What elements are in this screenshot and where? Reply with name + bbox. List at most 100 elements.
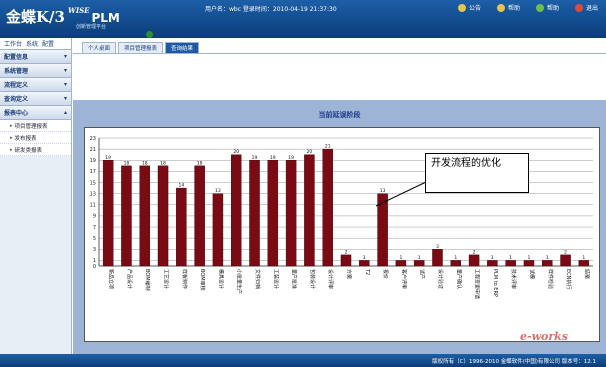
- bar: [578, 260, 590, 267]
- data-label: 20: [233, 149, 239, 155]
- data-label: 1: [509, 255, 512, 261]
- x-tick-label: 工艺设计: [163, 269, 170, 289]
- header-button-label: 帮助: [507, 5, 520, 12]
- sidebar-section-label: 报表中心: [4, 110, 29, 117]
- data-label: 14: [178, 183, 184, 189]
- bar: [560, 254, 571, 267]
- sidebar-item-project-report[interactable]: 项目管理报表: [0, 120, 71, 132]
- tab-project-report[interactable]: 项目管理报表: [118, 42, 164, 53]
- sidebar-section-flow-def[interactable]: 流程定义 ▾: [0, 78, 71, 92]
- bar: [304, 154, 315, 267]
- x-tick-label: ECN执行: [565, 269, 572, 289]
- x-tick-label: 样件检验: [547, 269, 554, 289]
- data-label: 3: [436, 244, 439, 250]
- bar: [487, 260, 498, 267]
- bar: [121, 165, 132, 267]
- callout-annotation: 开发流程的优化: [425, 153, 529, 193]
- chevron-down-icon: ▾: [63, 95, 67, 102]
- sidebar-section-report-center[interactable]: 报表中心 ▴: [0, 106, 71, 120]
- y-tick-label: 1: [93, 258, 96, 264]
- x-tick-label: T2: [364, 268, 370, 275]
- data-label: 13: [215, 188, 221, 194]
- data-label: 19: [252, 155, 258, 161]
- bar: [285, 160, 297, 267]
- y-tick-label: 21: [90, 147, 96, 153]
- tab-personal-desktop[interactable]: 个人桌面: [82, 42, 117, 53]
- callout-pointer: [375, 181, 427, 207]
- x-tick-label: 包装设计: [309, 269, 316, 289]
- data-label: 18: [124, 160, 130, 166]
- x-tick-label: 结案: [583, 269, 590, 279]
- x-tick-label: 客户评审: [400, 269, 407, 289]
- y-tick-label: 17: [90, 169, 96, 175]
- header-actions: 公告 帮助 帮助 退出: [457, 3, 598, 12]
- header-button-label: 帮助: [546, 5, 559, 12]
- breadcrumb-text[interactable]: 您所在的位置：项目管理->项目查询: [155, 30, 244, 38]
- exit-button[interactable]: 退出: [574, 3, 598, 12]
- bar: [157, 165, 169, 267]
- sidebar-section-system-mgmt[interactable]: 系统管理 ▾: [0, 64, 71, 78]
- x-tick-label: 技术评审: [510, 269, 517, 289]
- x-tick-label: 试产: [419, 269, 426, 279]
- y-tick-label: 15: [90, 180, 96, 186]
- footer: 版权所有（C）1996-2010 金蝶软件(中国)有限公司 版本号：12.1: [0, 354, 606, 367]
- sidebar-tab-workbench[interactable]: 工作台: [4, 39, 22, 48]
- x-tick-label: 设计评审: [327, 269, 334, 289]
- sidebar-section-config-info[interactable]: 配置信息 ▾: [0, 50, 71, 64]
- x-tick-label: PLM to ERP: [492, 269, 498, 297]
- data-label: 18: [142, 160, 148, 166]
- bell-button[interactable]: 公告: [457, 3, 481, 12]
- data-label: 2: [473, 249, 476, 255]
- x-tick-label: 量产批准: [291, 269, 298, 289]
- bar: [542, 260, 553, 267]
- bar: [194, 165, 205, 267]
- bar: [139, 165, 150, 267]
- location-icon: [146, 30, 153, 38]
- logo-wise: WISE: [67, 6, 90, 15]
- sidebar-section-label: 配置信息: [4, 54, 29, 61]
- bar: [102, 160, 114, 267]
- data-label: 1: [399, 255, 402, 261]
- logo-main: 金蝶K/3: [6, 8, 65, 26]
- logo-subtitle: 创新管理平台: [76, 24, 107, 30]
- exit-icon: [574, 3, 583, 12]
- bar: [230, 154, 242, 267]
- data-label: 18: [160, 160, 166, 166]
- sidebar-tab-config[interactable]: 配置: [42, 39, 54, 48]
- x-tick-label: 样板制作: [181, 269, 188, 289]
- top-banner: 金蝶K/3 WISEPLM 创新管理平台 用户名：wbc 登录时间：2010-04…: [0, 0, 606, 38]
- question-icon: [535, 3, 544, 12]
- help-button[interactable]: 帮助: [496, 3, 520, 12]
- sidebar-item-release-report[interactable]: 发布报表: [0, 132, 71, 144]
- bar: [322, 148, 333, 267]
- y-tick-label: 23: [90, 136, 96, 142]
- chevron-down-icon: ▾: [63, 53, 67, 60]
- x-tick-label: 新品立项: [108, 269, 115, 289]
- x-tick-label: 工装设计: [272, 269, 279, 289]
- bar: [432, 249, 443, 267]
- data-label: 1: [363, 255, 366, 261]
- y-tick-label: 7: [93, 225, 96, 231]
- bar: [212, 193, 224, 267]
- x-tick-label: 量产确认: [455, 269, 462, 289]
- data-label: 19: [270, 155, 276, 161]
- tab-query-result[interactable]: 查询结果: [165, 42, 200, 53]
- bar: [450, 260, 462, 267]
- data-label: 2: [564, 249, 567, 255]
- sidebar-section-query-def[interactable]: 查询定义 ▾: [0, 92, 71, 106]
- help-icon: [496, 3, 505, 12]
- sidebar-item-rd-report[interactable]: 研发类报表: [0, 144, 71, 156]
- bell-icon: [457, 3, 466, 12]
- chart-title: 当前延误阶段: [318, 111, 361, 119]
- x-tick-label: 产品设计: [126, 269, 133, 289]
- data-label: 1: [454, 255, 457, 261]
- sidebar-tab-system[interactable]: 系统: [26, 39, 38, 48]
- question-button[interactable]: 帮助: [535, 3, 559, 12]
- data-label: 21: [325, 144, 331, 150]
- bar: [267, 160, 279, 267]
- return-button[interactable]: ↵ 返回: [579, 27, 598, 36]
- y-tick-label: 9: [93, 214, 96, 220]
- x-tick-label: BOM审核: [199, 269, 206, 291]
- data-label: 19: [288, 155, 294, 161]
- page-tabs: 个人桌面 项目管理报表 查询结果: [82, 42, 200, 53]
